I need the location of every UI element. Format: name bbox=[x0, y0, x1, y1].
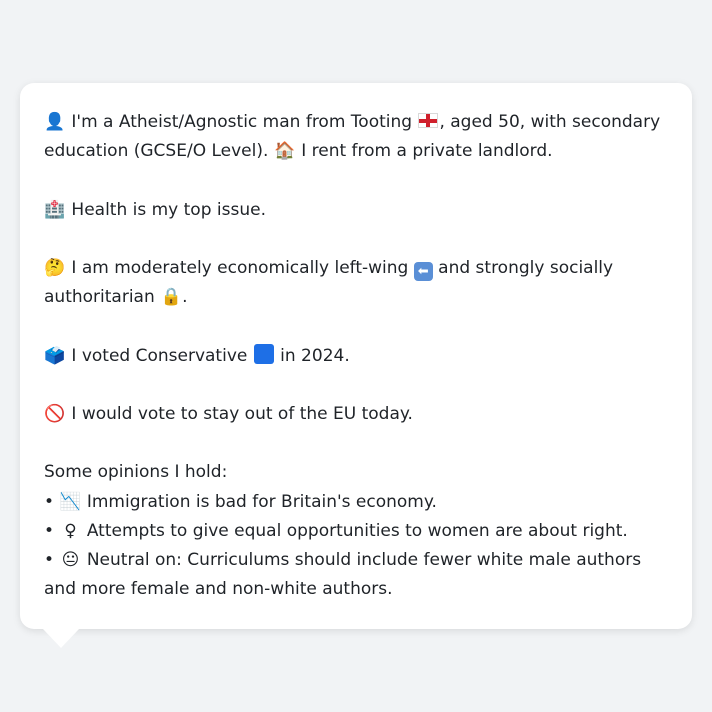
profile-intro: 👤 I'm a Atheist/Agnostic man from Tootin… bbox=[44, 108, 668, 166]
chart-decreasing-icon: 📉 bbox=[59, 491, 82, 512]
neutral-face-icon: 😐 bbox=[61, 549, 80, 570]
health-line: 🏥 Health is my top issue. bbox=[44, 196, 668, 225]
bullet: • bbox=[44, 520, 55, 541]
england-flag-icon bbox=[418, 113, 439, 128]
left-arrow-icon: ⬅ bbox=[413, 261, 433, 281]
intro-text-a: I'm a Atheist/Agnostic man from Tooting bbox=[71, 112, 413, 132]
blue-square-icon bbox=[253, 343, 274, 364]
vote-line: 🗳️ I voted Conservative in 2024. bbox=[44, 342, 668, 371]
economy-text-a: I am moderately economically left-wing bbox=[71, 257, 409, 278]
lock-icon: 🔒 bbox=[160, 287, 182, 308]
person-icon: 👤 bbox=[44, 112, 66, 132]
opinion-text: Neutral on: Curriculums should include f… bbox=[44, 549, 642, 600]
house-icon: 🏠 bbox=[274, 141, 296, 162]
opinion-item: • 😐 Neutral on: Curriculums should inclu… bbox=[44, 546, 668, 604]
bullet: • bbox=[44, 491, 55, 512]
intro-text-c: I rent from a private landlord. bbox=[301, 141, 553, 162]
no-entry-icon: 🚫 bbox=[44, 403, 66, 424]
hospital-icon: 🏥 bbox=[44, 199, 66, 220]
vote-text-b: in 2024. bbox=[280, 345, 350, 366]
opinion-item: • ♀ Attempts to give equal opportunities… bbox=[44, 517, 668, 546]
bubble-tail bbox=[43, 629, 79, 648]
vote-text-a: I voted Conservative bbox=[71, 345, 248, 366]
opinion-text: Immigration is bad for Britain's economy… bbox=[86, 491, 437, 512]
opinions-heading: Some opinions I hold: bbox=[44, 462, 228, 483]
thinking-face-icon: 🤔 bbox=[44, 257, 66, 278]
eu-line: 🚫 I would vote to stay out of the EU tod… bbox=[44, 400, 668, 429]
eu-text: I would vote to stay out of the EU today… bbox=[71, 403, 413, 424]
opinion-text: Attempts to give equal opportunities to … bbox=[86, 520, 628, 541]
female-sign-icon: ♀ bbox=[64, 520, 77, 541]
opinion-item: • 📉 Immigration is bad for Britain's eco… bbox=[44, 488, 668, 517]
message-bubble: 👤 I'm a Atheist/Agnostic man from Tootin… bbox=[20, 83, 692, 629]
health-text: Health is my top issue. bbox=[71, 199, 266, 220]
economy-line: 🤔 I am moderately economically left-wing… bbox=[44, 254, 668, 312]
ballot-box-icon: 🗳️ bbox=[44, 345, 66, 366]
bullet: • bbox=[44, 549, 55, 570]
